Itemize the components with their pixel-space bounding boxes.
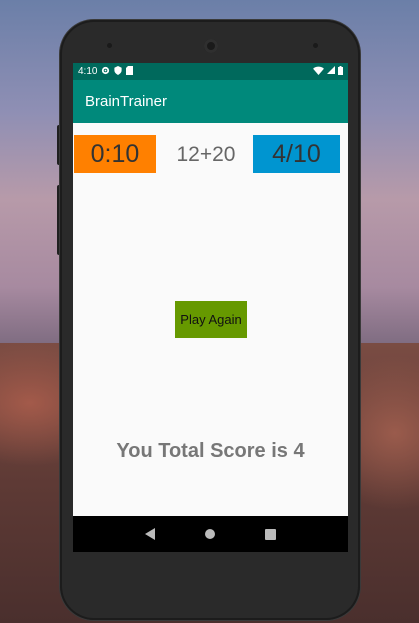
sum-question: 12+20 xyxy=(176,143,236,166)
gear-icon xyxy=(101,66,110,78)
nav-bar xyxy=(73,516,348,552)
battery-icon xyxy=(338,65,343,78)
shield-icon xyxy=(114,65,123,78)
home-icon[interactable] xyxy=(200,524,220,544)
app-title: BrainTrainer xyxy=(85,93,167,110)
device-screen: 4:10 BrainTrainer 0:10 12+20 4/10 Play A… xyxy=(73,63,348,552)
game-header: 0:10 12+20 4/10 xyxy=(73,123,348,183)
play-again-button[interactable]: Play Again xyxy=(175,301,247,338)
wifi-icon xyxy=(313,66,324,78)
sensor-dot xyxy=(107,43,112,48)
status-time: 4:10 xyxy=(78,66,98,77)
app-bar: BrainTrainer xyxy=(73,80,348,123)
result-text: You Total Score is 4 xyxy=(116,440,305,462)
sdcard-icon xyxy=(126,65,134,78)
sensor-dot xyxy=(313,43,318,48)
timer-display: 0:10 xyxy=(74,135,156,173)
status-bar: 4:10 xyxy=(73,63,348,80)
front-camera-icon xyxy=(204,39,218,53)
score-display: 4/10 xyxy=(253,135,340,173)
recents-icon[interactable] xyxy=(260,524,280,544)
back-icon[interactable] xyxy=(141,524,161,544)
signal-icon xyxy=(327,66,335,77)
